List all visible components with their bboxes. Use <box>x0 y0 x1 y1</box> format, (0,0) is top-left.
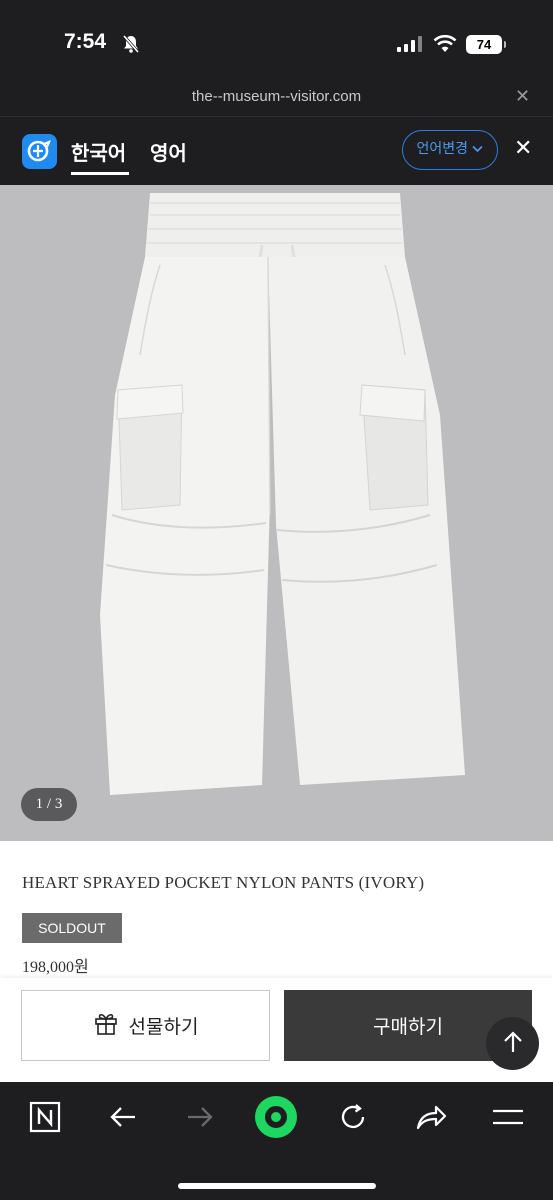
tab-english[interactable]: 영어 <box>150 137 187 166</box>
image-counter: 1 / 3 <box>21 788 77 821</box>
hamburger-menu-icon <box>492 1107 524 1131</box>
green-dot-button[interactable] <box>253 1096 299 1142</box>
menu-button[interactable] <box>485 1096 531 1142</box>
naver-home-button[interactable] <box>22 1096 68 1142</box>
refresh-icon <box>338 1102 368 1136</box>
translator-logo-icon <box>22 134 57 169</box>
status-badge: SOLDOUT <box>22 913 122 943</box>
refresh-button[interactable] <box>330 1096 376 1142</box>
share-button[interactable] <box>408 1096 454 1142</box>
forward-button[interactable] <box>177 1096 223 1142</box>
product-info: HEART SPRAYED POCKET NYLON PANTS (IVORY)… <box>0 841 553 978</box>
wifi-icon <box>433 34 457 57</box>
arrow-up-icon <box>502 1030 524 1058</box>
purchase-actions: 선물하기 구매하기 <box>0 978 553 1082</box>
gift-button-label: 선물하기 <box>128 1016 199 1038</box>
page-url[interactable]: the--museum--visitor.com <box>0 88 553 105</box>
active-tab-indicator <box>71 172 129 175</box>
tab-korean[interactable]: 한국어 <box>71 137 126 166</box>
status-time: 7:54 <box>64 30 107 53</box>
arrow-right-icon <box>186 1106 214 1132</box>
url-bar: the--museum--visitor.com ✕ <box>0 86 553 116</box>
browser-bottom-nav <box>0 1082 553 1200</box>
product-title: HEART SPRAYED POCKET NYLON PANTS (IVORY) <box>22 873 425 892</box>
product-image-carousel[interactable]: 1 / 3 <box>0 185 553 841</box>
product-photo-pants <box>100 193 465 795</box>
back-button[interactable] <box>100 1096 146 1142</box>
close-translate-icon[interactable]: ✕ <box>514 136 532 161</box>
gift-icon <box>93 1010 119 1041</box>
translate-bar: 한국어 영어 언어변경 ✕ <box>0 116 553 185</box>
gift-button[interactable]: 선물하기 <box>21 990 270 1061</box>
arrow-left-icon <box>109 1106 137 1132</box>
change-language-button[interactable]: 언어변경 <box>402 130 498 170</box>
naver-n-icon <box>29 1101 61 1137</box>
close-url-icon[interactable]: ✕ <box>515 86 530 107</box>
home-indicator <box>178 1183 376 1189</box>
cellular-signal-icon <box>397 36 423 56</box>
share-icon <box>415 1103 447 1135</box>
green-dot-icon <box>254 1095 298 1143</box>
bell-muted-icon <box>121 34 141 58</box>
battery-indicator: 74 <box>466 35 506 54</box>
product-price: 198,000원 <box>22 959 89 976</box>
scroll-to-top-button[interactable] <box>486 1017 539 1070</box>
status-bar: 7:54 74 <box>0 0 553 86</box>
chevron-down-icon <box>472 141 484 157</box>
change-language-label: 언어변경 <box>416 141 469 157</box>
buy-button-label: 구매하기 <box>373 1016 443 1038</box>
